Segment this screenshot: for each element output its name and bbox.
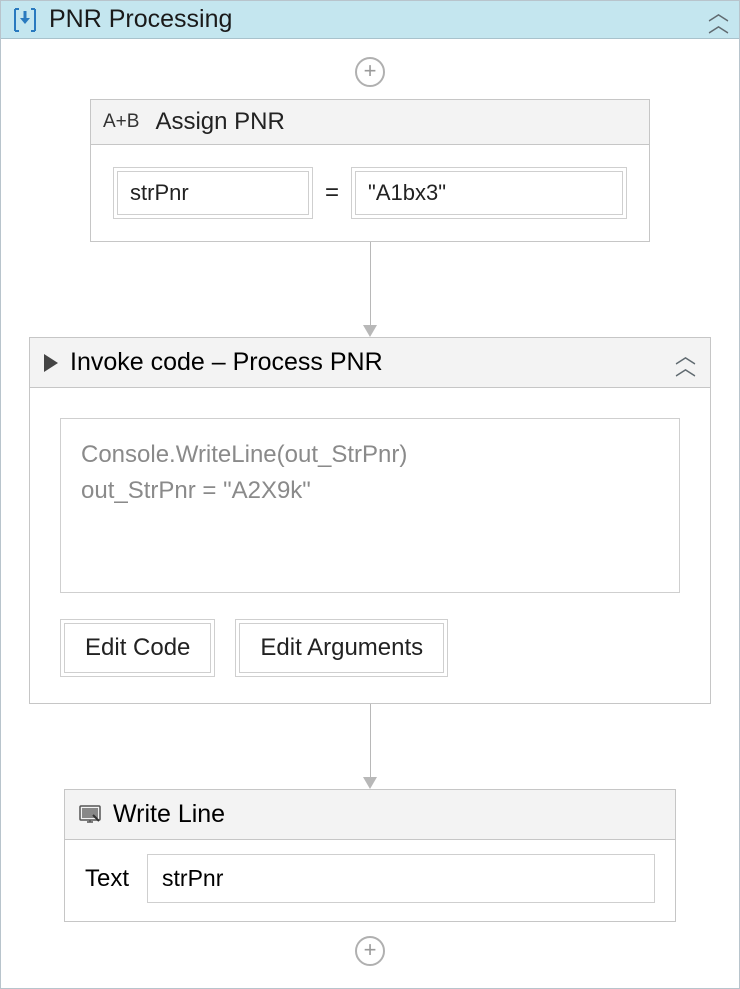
assign-icon: A+B [103,111,139,133]
assign-value-input[interactable] [355,171,623,215]
write-line-text-input[interactable] [147,854,655,903]
assign-to-input[interactable] [117,171,309,215]
edit-code-button[interactable]: Edit Code [60,619,215,677]
invoke-code-activity[interactable]: Invoke code – Process PNR ︿︿ Console.Wri… [29,337,711,704]
invoke-title: Invoke code – Process PNR [70,348,675,377]
write-line-title: Write Line [113,800,225,829]
assign-body: = [91,145,649,241]
text-field-label: Text [85,865,129,893]
sequence-titlebar[interactable]: PNR Processing ︿︿ [1,1,739,39]
assign-header[interactable]: A+B Assign PNR [91,100,649,145]
collapse-icon[interactable]: ︿︿ [675,351,696,374]
write-line-body: Text [65,840,675,921]
add-activity-bottom-button[interactable] [355,936,385,966]
sequence-activity: PNR Processing ︿︿ A+B Assign PNR = [0,0,740,989]
collapse-icon[interactable]: ︿︿ [708,8,729,31]
assign-activity[interactable]: A+B Assign PNR = [90,99,650,242]
expand-triangle-icon[interactable] [44,354,58,372]
sequence-title: PNR Processing [49,5,708,34]
assign-to-wrapper [113,167,313,219]
sequence-body: A+B Assign PNR = Invoke code – Process P… [1,39,739,988]
code-preview[interactable]: Console.WriteLine(out_StrPnr) out_StrPnr… [60,418,680,593]
flow-arrow [369,242,371,337]
invoke-body: Console.WriteLine(out_StrPnr) out_StrPnr… [30,388,710,703]
invoke-header[interactable]: Invoke code – Process PNR ︿︿ [30,338,710,388]
write-line-activity[interactable]: Write Line Text [64,789,676,922]
assign-value-wrapper [351,167,627,219]
sequence-icon [11,7,39,33]
add-activity-top-button[interactable] [355,57,385,87]
write-line-icon [79,805,101,825]
write-line-header[interactable]: Write Line [65,790,675,840]
flow-arrow [369,704,371,789]
assign-title: Assign PNR [155,108,284,136]
edit-arguments-button[interactable]: Edit Arguments [235,619,448,677]
equals-label: = [325,179,339,207]
